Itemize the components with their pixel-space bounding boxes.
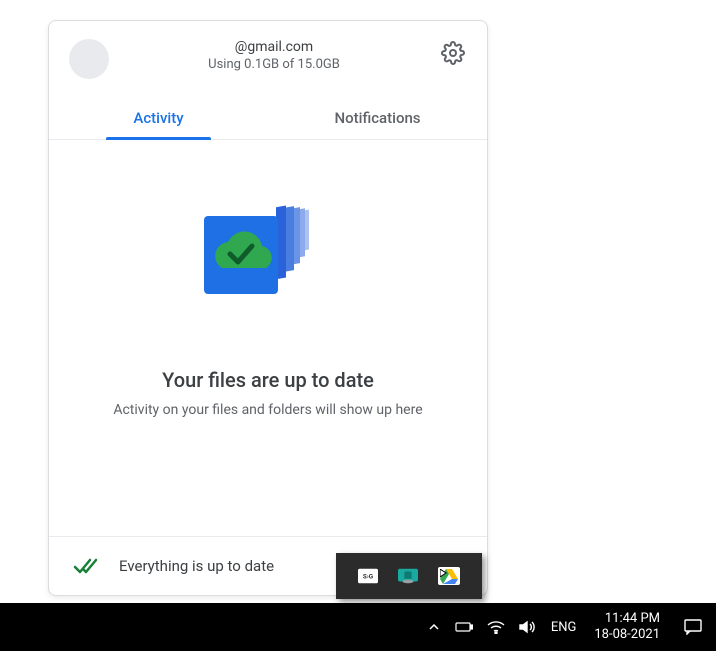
double-check-icon: [73, 557, 99, 575]
battery-icon[interactable]: [455, 621, 473, 633]
status-subtitle: Activity on your files and folders will …: [113, 402, 422, 418]
notification-icon: [684, 619, 702, 635]
volume-icon[interactable]: [519, 620, 537, 634]
account-info: @gmail.com Using 0.1GB of 15.0GB: [109, 39, 439, 72]
language-indicator[interactable]: ENG: [551, 620, 577, 635]
drive-popup: @gmail.com Using 0.1GB of 15.0GB Activit…: [48, 20, 488, 596]
uptodate-illustration: [198, 200, 338, 320]
screen2gif-icon[interactable]: S›G: [358, 568, 378, 584]
storage-usage: Using 0.1GB of 15.0GB: [117, 57, 431, 72]
clock-time: 11:44 PM: [594, 611, 660, 627]
clock[interactable]: 11:44 PM 18-08-2021: [584, 611, 670, 643]
account-email: @gmail.com: [117, 39, 431, 55]
tab-activity[interactable]: Activity: [49, 97, 268, 139]
settings-button[interactable]: [439, 39, 467, 67]
tray-chevron-up-icon[interactable]: [427, 620, 441, 634]
tray-overflow-popup: S›G: [336, 553, 482, 599]
sync-status-text: Everything is up to date: [119, 557, 274, 575]
activity-content: Your files are up to date Activity on yo…: [49, 140, 487, 536]
system-tray: ENG: [427, 620, 585, 635]
tab-notifications[interactable]: Notifications: [268, 97, 487, 139]
touchpad-icon[interactable]: [398, 568, 418, 584]
tabs: Activity Notifications: [49, 97, 487, 140]
action-center-button[interactable]: [670, 619, 716, 635]
avatar[interactable]: [69, 39, 109, 79]
clock-date: 18-08-2021: [594, 627, 660, 643]
drive-tray-icon[interactable]: [438, 567, 460, 585]
taskbar: ENG 11:44 PM 18-08-2021: [0, 603, 716, 651]
status-title: Your files are up to date: [162, 368, 374, 392]
svg-text:S›G: S›G: [363, 573, 373, 581]
gear-icon: [441, 41, 465, 65]
popup-header: @gmail.com Using 0.1GB of 15.0GB: [49, 21, 487, 87]
wifi-icon[interactable]: [487, 620, 505, 634]
